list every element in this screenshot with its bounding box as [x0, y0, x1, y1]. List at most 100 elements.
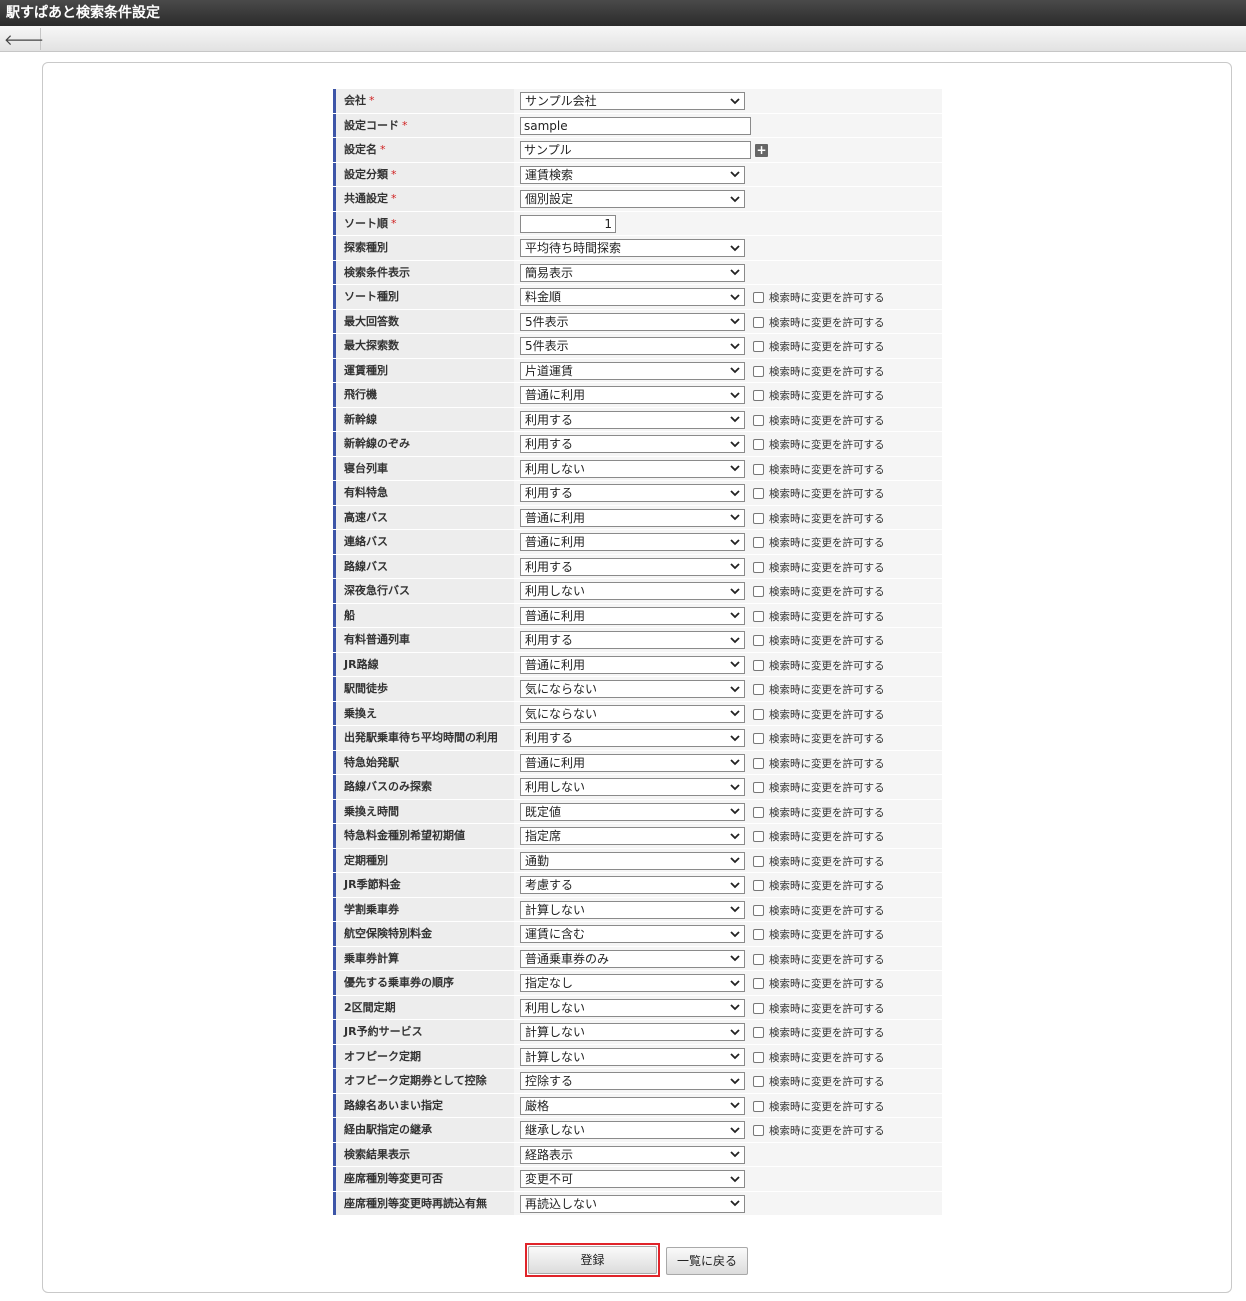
allow-change-option[interactable]: 検索時に変更を許可する	[753, 290, 885, 305]
allow-change-checkbox[interactable]	[753, 316, 764, 328]
select-field[interactable]: 気にならない	[520, 704, 745, 723]
select-field[interactable]: 通勤	[520, 851, 745, 870]
select-field[interactable]: 経路表示	[520, 1145, 745, 1164]
text-input[interactable]: sample	[520, 116, 751, 135]
allow-change-option[interactable]: 検索時に変更を許可する	[753, 486, 885, 501]
allow-change-checkbox[interactable]	[753, 488, 764, 499]
allow-change-checkbox[interactable]	[753, 341, 764, 352]
select-field[interactable]: 料金順	[520, 288, 745, 306]
allow-change-option[interactable]: 検索時に変更を許可する	[753, 560, 885, 575]
allow-change-checkbox[interactable]	[753, 586, 764, 597]
allow-change-checkbox[interactable]	[753, 1002, 764, 1014]
select-field[interactable]: 利用しない	[520, 459, 745, 478]
select-field[interactable]: 普通に利用	[520, 386, 745, 404]
allow-change-checkbox[interactable]	[753, 1100, 764, 1112]
allow-change-option[interactable]: 検索時に変更を許可する	[753, 903, 885, 918]
allow-change-checkbox[interactable]	[753, 904, 764, 916]
allow-change-checkbox[interactable]	[753, 610, 764, 622]
allow-change-option[interactable]: 検索時に変更を許可する	[753, 805, 885, 820]
allow-change-option[interactable]: 検索時に変更を許可する	[753, 1025, 885, 1040]
select-field[interactable]: 片道運賃	[520, 361, 745, 380]
select-field[interactable]: 平均待ち時間探索	[520, 239, 745, 257]
select-field[interactable]: 利用しない	[520, 778, 745, 796]
select-field[interactable]: 利用する	[520, 484, 745, 502]
allow-change-checkbox[interactable]	[753, 390, 764, 401]
select-field[interactable]: 個別設定	[520, 190, 745, 208]
select-field[interactable]: 利用する	[520, 729, 745, 747]
allow-change-option[interactable]: 検索時に変更を許可する	[753, 707, 885, 722]
allow-change-checkbox[interactable]	[753, 512, 764, 524]
allow-change-checkbox[interactable]	[753, 684, 764, 695]
allow-change-option[interactable]: 検索時に変更を許可する	[753, 829, 885, 844]
select-field[interactable]: 5件表示	[520, 337, 745, 355]
allow-change-option[interactable]: 検索時に変更を許可する	[753, 462, 885, 477]
select-field[interactable]: 簡易表示	[520, 263, 745, 282]
allow-change-option[interactable]: 検索時に変更を許可する	[753, 682, 885, 697]
select-field[interactable]: 利用しない	[520, 582, 745, 600]
allow-change-option[interactable]: 検索時に変更を許可する	[753, 1001, 885, 1016]
allow-change-checkbox[interactable]	[753, 365, 764, 377]
allow-change-option[interactable]: 検索時に変更を許可する	[753, 658, 885, 673]
select-field[interactable]: 計算しない	[520, 1047, 745, 1066]
select-field[interactable]: 普通に利用	[520, 753, 745, 772]
allow-change-option[interactable]: 検索時に変更を許可する	[753, 1123, 885, 1138]
select-field[interactable]: 計算しない	[520, 900, 745, 919]
select-field[interactable]: 普通に利用	[520, 533, 745, 551]
allow-change-checkbox[interactable]	[753, 1051, 764, 1063]
select-field[interactable]: 変更不可	[520, 1170, 745, 1188]
allow-change-option[interactable]: 検索時に変更を許可する	[753, 1074, 885, 1089]
allow-change-option[interactable]: 検索時に変更を許可する	[753, 780, 885, 795]
allow-change-checkbox[interactable]	[753, 855, 764, 867]
allow-change-option[interactable]: 検索時に変更を許可する	[753, 878, 885, 893]
allow-change-checkbox[interactable]	[753, 463, 764, 475]
select-field[interactable]: サンプル会社	[520, 92, 745, 110]
select-field[interactable]: 気にならない	[520, 680, 745, 698]
select-field[interactable]: 指定なし	[520, 974, 745, 992]
allow-change-checkbox[interactable]	[753, 561, 764, 573]
allow-change-option[interactable]: 検索時に変更を許可する	[753, 952, 885, 967]
select-field[interactable]: 運賃に含む	[520, 925, 745, 943]
allow-change-option[interactable]: 検索時に変更を許可する	[753, 339, 885, 354]
register-button[interactable]: 登録	[528, 1246, 657, 1274]
allow-change-option[interactable]: 検索時に変更を許可する	[753, 633, 885, 648]
back-to-list-button[interactable]: 一覧に戻る	[666, 1247, 748, 1275]
number-input[interactable]: 1	[520, 214, 616, 233]
allow-change-option[interactable]: 検索時に変更を許可する	[753, 388, 885, 403]
select-field[interactable]: 普通に利用	[520, 655, 745, 674]
select-field[interactable]: 普通乗車券のみ	[520, 949, 745, 968]
select-field[interactable]: 運賃検索	[520, 165, 745, 184]
allow-change-checkbox[interactable]	[753, 782, 764, 793]
allow-change-option[interactable]: 検索時に変更を許可する	[753, 511, 885, 526]
allow-change-option[interactable]: 検索時に変更を許可する	[753, 927, 885, 942]
allow-change-option[interactable]: 検索時に変更を許可する	[753, 609, 885, 624]
select-field[interactable]: 普通に利用	[520, 508, 745, 527]
back-button[interactable]: 🡐	[4, 28, 44, 50]
allow-change-checkbox[interactable]	[753, 733, 764, 744]
select-field[interactable]: 利用する	[520, 557, 745, 576]
allow-change-option[interactable]: 検索時に変更を許可する	[753, 535, 885, 550]
select-field[interactable]: 考慮する	[520, 876, 745, 894]
allow-change-checkbox[interactable]	[753, 537, 764, 548]
allow-change-option[interactable]: 検索時に変更を許可する	[753, 437, 885, 452]
select-field[interactable]: 利用する	[520, 410, 745, 429]
allow-change-checkbox[interactable]	[753, 953, 764, 965]
allow-change-option[interactable]: 検索時に変更を許可する	[753, 854, 885, 869]
allow-change-checkbox[interactable]	[753, 880, 764, 891]
select-field[interactable]: 既定値	[520, 802, 745, 821]
allow-change-checkbox[interactable]	[753, 439, 764, 450]
allow-change-option[interactable]: 検索時に変更を許可する	[753, 413, 885, 428]
allow-change-checkbox[interactable]	[753, 659, 764, 671]
allow-change-checkbox[interactable]	[753, 831, 764, 842]
allow-change-checkbox[interactable]	[753, 1027, 764, 1038]
allow-change-option[interactable]: 検索時に変更を許可する	[753, 584, 885, 599]
allow-change-checkbox[interactable]	[753, 1076, 764, 1087]
allow-change-checkbox[interactable]	[753, 929, 764, 940]
select-field[interactable]: 継承しない	[520, 1121, 745, 1139]
allow-change-checkbox[interactable]	[753, 1125, 764, 1136]
allow-change-option[interactable]: 検索時に変更を許可する	[753, 1099, 885, 1114]
allow-change-option[interactable]: 検索時に変更を許可する	[753, 731, 885, 746]
text-input[interactable]: サンプル	[520, 141, 751, 159]
allow-change-checkbox[interactable]	[753, 292, 764, 303]
select-field[interactable]: 5件表示	[520, 312, 745, 331]
allow-change-option[interactable]: 検索時に変更を許可する	[753, 756, 885, 771]
